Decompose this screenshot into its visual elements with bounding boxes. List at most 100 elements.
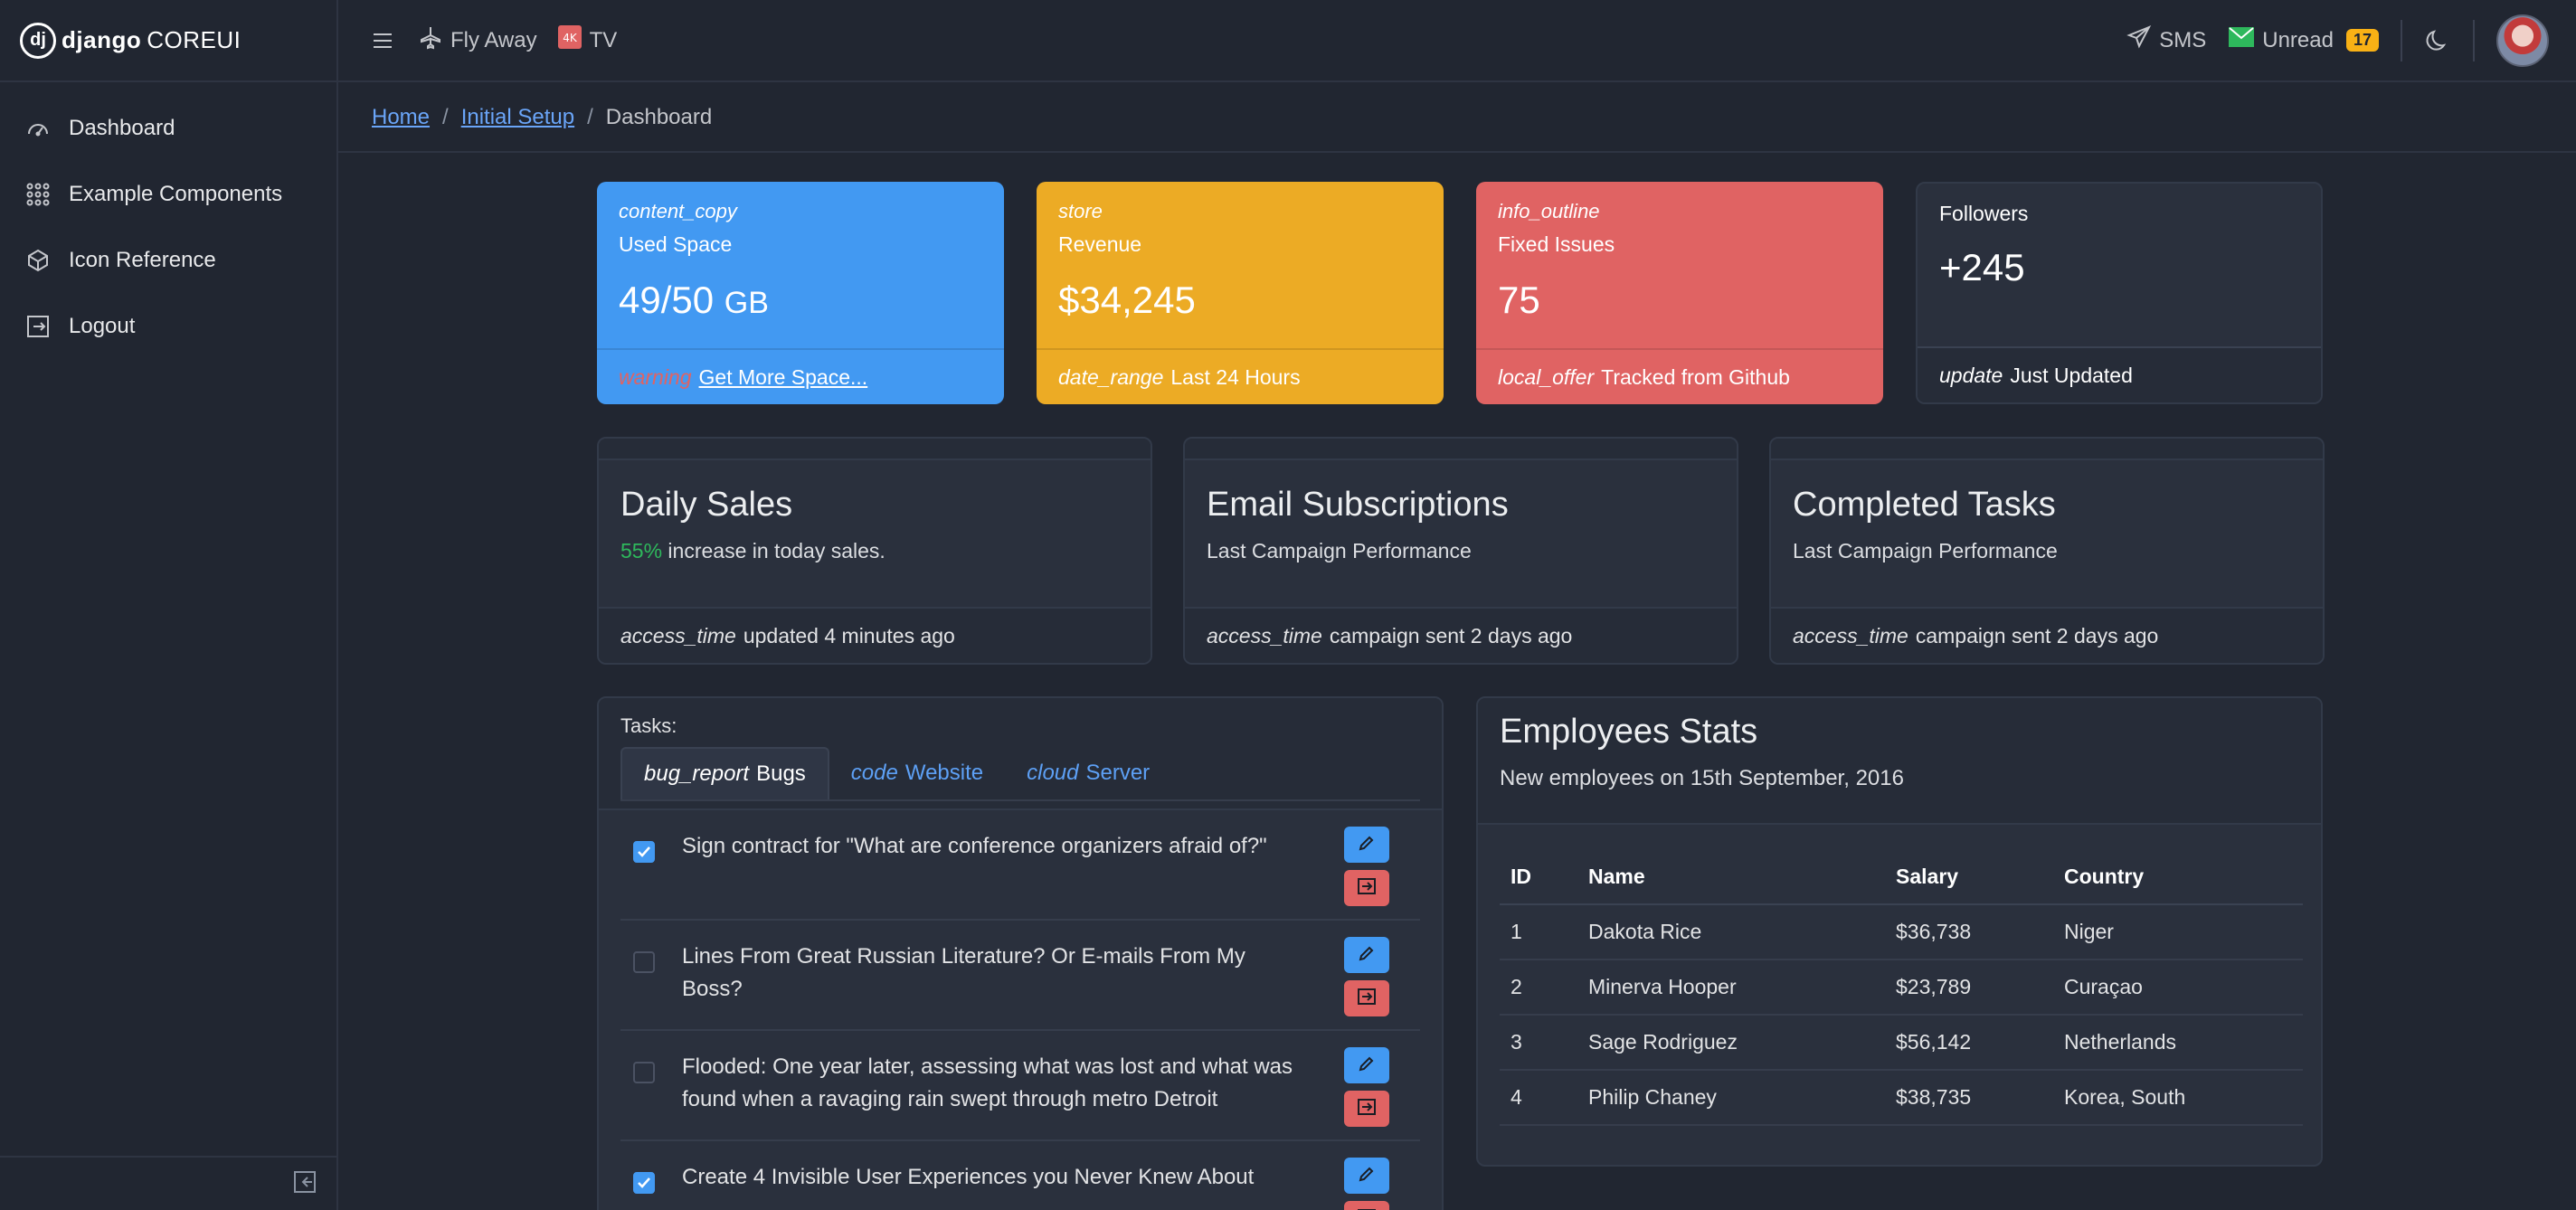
sidebar-item-dashboard[interactable]: Dashboard [0, 95, 336, 161]
local-offer-icon: local_offer [1498, 364, 1595, 389]
card-footer-text: updated 4 minutes ago [743, 623, 955, 648]
sidebar-item-label: Logout [69, 313, 136, 338]
speedometer-icon [24, 114, 52, 143]
card-title: Daily Sales [620, 486, 793, 524]
widget-icon-name: content_copy [619, 200, 737, 222]
sidebar-item-example-components[interactable]: Example Components [0, 161, 336, 227]
table-cell: Korea, South [2053, 1070, 2303, 1126]
logout-icon [24, 312, 52, 341]
remove-task-button[interactable] [1344, 1201, 1389, 1210]
card-title: Employees Stats [1500, 713, 1758, 751]
edit-task-button[interactable] [1344, 937, 1389, 973]
card-footer: access_time campaign sent 2 days ago [1771, 607, 2323, 663]
sidebar-item-logout[interactable]: Logout [0, 293, 336, 359]
table-cell: $36,738 [1885, 904, 2053, 960]
task-checkbox[interactable] [633, 841, 655, 863]
header-sms[interactable]: SMS [2126, 24, 2206, 56]
edit-task-button[interactable] [1344, 1158, 1389, 1194]
card-title: Email Subscriptions [1207, 486, 1509, 524]
sidebar-collapse-icon[interactable] [293, 1170, 317, 1198]
task-actions [1344, 1158, 1389, 1210]
table-row: 2 Minerva Hooper $23,789 Curaçao [1500, 959, 2303, 1016]
menu-toggle-icon[interactable] [369, 27, 396, 54]
card-subtitle: Last Campaign Performance [1793, 539, 2058, 562]
edit-task-button[interactable] [1344, 1047, 1389, 1083]
task-text: Flooded: One year later, assessing what … [682, 1054, 1293, 1111]
widget-icon-name: info_outline [1498, 200, 1600, 222]
column-header: Salary [1885, 850, 2053, 905]
update-icon: update [1939, 363, 2003, 387]
header-right: SMS Unread 17 [2105, 0, 2576, 80]
sidebar-footer [0, 1156, 336, 1210]
task-row: Flooded: One year later, assessing what … [620, 1031, 1420, 1141]
widget-footer-text: Last 24 Hours [1170, 364, 1301, 389]
task-actions [1344, 827, 1389, 906]
task-text: Sign contract for "What are conference o… [682, 834, 1267, 858]
employees-table: ID Name Salary Country 1 Dakota Rice $36… [1500, 850, 2303, 1126]
header-link-label: TV [589, 27, 618, 52]
envelope-icon [2228, 25, 2255, 55]
increase-percent: 55% [620, 539, 663, 562]
brand-logo[interactable]: dj django COREUI [20, 22, 242, 59]
breadcrumb-separator: / [587, 105, 593, 129]
breadcrumb-separator: / [442, 105, 449, 129]
breadcrumb-home[interactable]: Home [372, 105, 430, 130]
sidebar: dj django COREUI Dashboard Example Compo… [0, 0, 338, 1210]
airplane-icon [418, 24, 443, 56]
remove-task-button[interactable] [1344, 870, 1389, 906]
task-checkbox[interactable] [633, 1172, 655, 1194]
logout-box-icon [1357, 1098, 1377, 1120]
tasks-header: Tasks: bug_report Bugs code Website clou… [599, 698, 1442, 810]
remove-task-button[interactable] [1344, 980, 1389, 1016]
header-link-fly-away[interactable]: Fly Away [418, 24, 537, 56]
brand-suffix: COREUI [147, 26, 242, 53]
tasks-tabs: bug_report Bugs code Website cloud Serve… [620, 747, 1420, 801]
logout-box-icon [1357, 988, 1377, 1010]
table-cell: Niger [2053, 904, 2303, 960]
avatar[interactable] [2496, 14, 2549, 67]
task-checkbox[interactable] [633, 951, 655, 973]
access-time-icon: access_time [1207, 623, 1322, 648]
pencil-icon [1358, 1165, 1376, 1187]
edit-task-button[interactable] [1344, 827, 1389, 863]
header-unread[interactable]: Unread 17 [2228, 25, 2379, 55]
svg-text:4K: 4K [563, 32, 578, 44]
card-completed-tasks: Completed Tasks Last Campaign Performanc… [1769, 437, 2325, 665]
widget-used-space: content_copy Used Space 49/50 GB warning… [597, 182, 1004, 404]
header-link-tv[interactable]: 4K TV [557, 24, 618, 56]
get-more-space-link[interactable]: Get More Space... [699, 365, 868, 390]
code-icon: code [850, 761, 898, 785]
table-cell: 4 [1500, 1070, 1577, 1126]
sms-label: SMS [2159, 27, 2207, 52]
header-link-label: Fly Away [450, 27, 537, 52]
tab-server[interactable]: cloud Server [1005, 747, 1171, 799]
card-title: Completed Tasks [1793, 486, 2056, 524]
widget-footer: update Just Updated [1918, 346, 2321, 402]
sidebar-item-label: Example Components [69, 181, 283, 206]
breadcrumb-initial-setup[interactable]: Initial Setup [461, 105, 574, 130]
tab-bugs[interactable]: bug_report Bugs [620, 747, 829, 799]
widget-value: 75 [1498, 279, 1540, 321]
tab-label: Server [1085, 761, 1151, 785]
unread-label: Unread [2262, 27, 2334, 52]
card-footer-text: campaign sent 2 days ago [1915, 623, 2159, 648]
tab-website[interactable]: code Website [829, 747, 1005, 799]
sidebar-item-icon-reference[interactable]: Icon Reference [0, 227, 336, 293]
employees-stats-card: Employees Stats New employees on 15th Se… [1476, 696, 2323, 1167]
remove-task-button[interactable] [1344, 1091, 1389, 1127]
tab-label: Website [904, 761, 984, 785]
grid-dots-icon [24, 180, 52, 209]
task-checkbox[interactable] [633, 1062, 655, 1083]
card-subtitle-text: increase in today sales. [662, 539, 886, 562]
column-header: ID [1500, 850, 1577, 905]
widget-value: $34,245 [1058, 279, 1196, 321]
widget-value: 49/50 GB [619, 279, 982, 322]
logout-box-icon [1357, 877, 1377, 900]
brand[interactable]: dj django COREUI [0, 0, 336, 82]
access-time-icon: access_time [620, 623, 736, 648]
widget-label: Used Space [619, 232, 733, 256]
table-row: 4 Philip Chaney $38,735 Korea, South [1500, 1070, 2303, 1126]
table-cell: Netherlands [2053, 1015, 2303, 1071]
theme-toggle-moon-icon[interactable] [2424, 27, 2451, 54]
card-subtitle: New employees on 15th September, 2016 [1500, 766, 1904, 790]
